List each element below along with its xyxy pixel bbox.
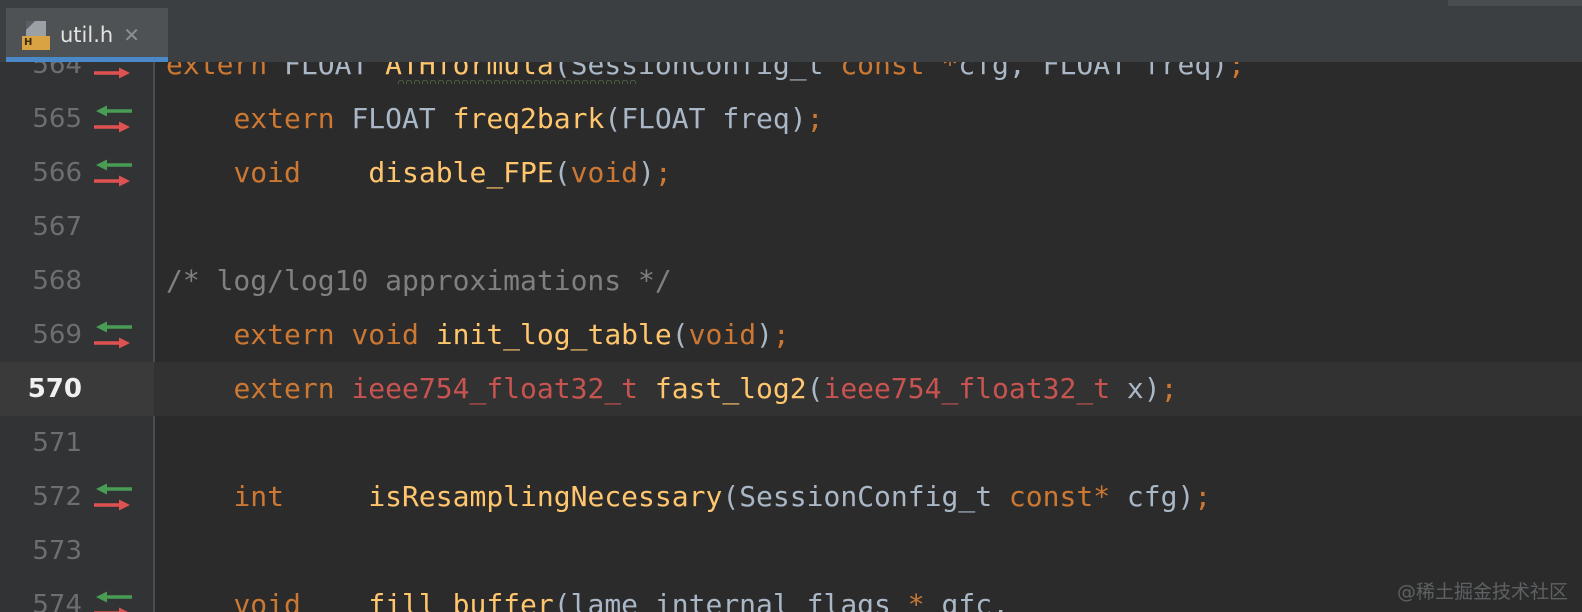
tabbar-top-strip [1448,0,1582,6]
tab-active-underline [6,57,168,62]
code-text[interactable]: void fill_buffer(lame_internal_flags * g… [166,578,1008,612]
code-line-572[interactable]: 572 int isResamplingNecessary(SessionCon… [0,470,1582,524]
code-line-566[interactable]: 566 void disable_FPE(void); [0,146,1582,200]
code-line-567[interactable]: 567 [0,200,1582,254]
implemented-override-arrows-icon[interactable] [90,318,136,354]
line-number: 565 [32,104,82,134]
tab-label: util.h [60,23,114,47]
line-number: 571 [32,428,82,458]
warning-squiggle [398,78,636,84]
code-text[interactable]: int isResamplingNecessary(SessionConfig_… [166,470,1211,524]
code-line-568[interactable]: 568 /* log/log10 approximations */ [0,254,1582,308]
code-line-569[interactable]: 569 extern void init_log_table(void); [0,308,1582,362]
code-text[interactable]: /* log/log10 approximations */ [166,254,672,308]
implemented-override-arrows-icon[interactable] [90,588,136,612]
code-text[interactable]: extern FLOAT freq2bark(FLOAT freq); [166,92,823,146]
file-type-badge: H [22,36,50,50]
line-number: 572 [32,482,82,512]
editor-tab-bar: H util.h ✕ [0,0,1582,62]
code-line-565[interactable]: 565 extern FLOAT freq2bark(FLOAT freq); [0,92,1582,146]
line-number: 573 [32,536,82,566]
code-text[interactable]: extern void init_log_table(void); [166,308,789,362]
code-line-570[interactable]: 570 extern ieee754_float32_t fast_log2(i… [0,362,1582,416]
line-number: 574 [32,590,82,612]
line-number: 568 [32,266,82,296]
tab-util-h[interactable]: H util.h ✕ [6,8,168,62]
code-editor[interactable]: 564 extern FLOAT ATHformula(SessionConfig… [0,0,1582,612]
c-header-file-icon: H [22,20,50,50]
implemented-override-arrows-icon[interactable] [90,480,136,516]
code-text[interactable]: extern ieee754_float32_t fast_log2(ieee7… [166,362,1177,416]
line-number: 570 [27,374,82,404]
line-number: 566 [32,158,82,188]
code-line-574[interactable]: 574 void fill_buffer(lame_internal_flags… [0,578,1582,612]
close-icon[interactable]: ✕ [123,25,140,45]
implemented-override-arrows-icon[interactable] [90,102,136,138]
implemented-override-arrows-icon[interactable] [90,156,136,192]
line-number: 567 [32,212,82,242]
ide-window: 564 extern FLOAT ATHformula(SessionConfig… [0,0,1582,612]
watermark: @稀土掘金技术社区 [1396,581,1568,603]
line-number: 569 [32,320,82,350]
code-text[interactable]: void disable_FPE(void); [166,146,671,200]
code-line-573[interactable]: 573 [0,524,1582,578]
code-line-571[interactable]: 571 [0,416,1582,470]
